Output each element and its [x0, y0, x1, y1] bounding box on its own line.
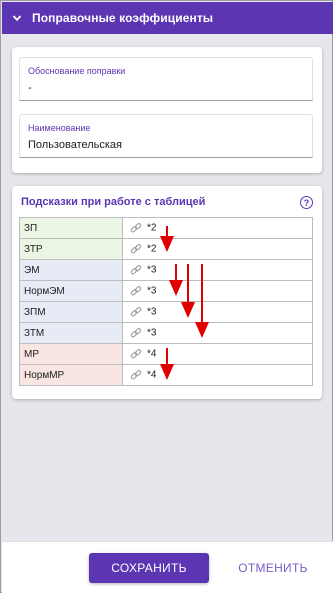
hint-multiplier: *2 — [147, 243, 157, 255]
hint-multiplier: *3 — [147, 327, 157, 339]
chevron-down-icon[interactable] — [12, 13, 22, 23]
link-icon[interactable] — [130, 348, 142, 360]
footer-bar: СОХРАНИТЬ ОТМЕНИТЬ — [2, 541, 333, 593]
link-icon[interactable] — [130, 327, 142, 339]
justification-label: Обоснование поправки — [28, 66, 126, 76]
hint-value-cell: *3 — [122, 301, 313, 323]
link-icon[interactable] — [130, 222, 142, 234]
hint-multiplier: *4 — [147, 369, 157, 381]
hint-value-cell: *4 — [122, 364, 313, 386]
hints-row: НормМР *4 — [19, 364, 313, 386]
hints-row: ЗПМ *3 — [19, 301, 313, 323]
hint-multiplier: *2 — [147, 222, 157, 234]
help-icon[interactable]: ? — [300, 196, 313, 209]
hints-row: НормЭМ *3 — [19, 280, 313, 302]
hints-row: ЗП *2 — [19, 217, 313, 239]
name-value[interactable]: Пользовательская — [28, 139, 122, 151]
hint-multiplier: *3 — [147, 306, 157, 318]
hint-multiplier: *4 — [147, 348, 157, 360]
hint-value-cell: *3 — [122, 259, 313, 281]
hint-name-cell: ЗПМ — [19, 301, 123, 323]
hint-value-cell: *3 — [122, 280, 313, 302]
link-icon[interactable] — [130, 243, 142, 255]
link-icon[interactable] — [130, 306, 142, 318]
hint-value-cell: *3 — [122, 322, 313, 344]
hint-name-cell: ЭМ — [19, 259, 123, 281]
hints-row: ЗТМ *3 — [19, 322, 313, 344]
hint-name-cell: ЗТР — [19, 238, 123, 260]
hint-value-cell: *2 — [122, 217, 313, 239]
justification-value[interactable]: - — [28, 82, 32, 94]
hints-title: Подсказки при работе с таблицей — [21, 196, 206, 208]
hints-card: Подсказки при работе с таблицей ? ЗП *2 ЗТ… — [12, 186, 322, 399]
name-field[interactable]: Наименование Пользовательская — [19, 114, 313, 158]
section-title: Поправочные коэффициенты — [32, 11, 214, 25]
link-icon[interactable] — [130, 264, 142, 276]
hints-row: ЗТР *2 — [19, 238, 313, 260]
link-icon[interactable] — [130, 369, 142, 381]
hint-name-cell: ЗТМ — [19, 322, 123, 344]
hint-value-cell: *4 — [122, 343, 313, 365]
params-card: Обоснование поправки - Наименование Поль… — [12, 47, 322, 173]
hint-value-cell: *2 — [122, 238, 313, 260]
cancel-button[interactable]: ОТМЕНИТЬ — [230, 553, 316, 583]
section-header[interactable]: Поправочные коэффициенты — [2, 2, 333, 34]
dialog-frame: Поправочные коэффициенты Обоснование поп… — [0, 0, 333, 593]
hints-row: ЭМ *3 — [19, 259, 313, 281]
save-button[interactable]: СОХРАНИТЬ — [89, 553, 209, 583]
hint-name-cell: МР — [19, 343, 123, 365]
hint-name-cell: НормЭМ — [19, 280, 123, 302]
hints-row: МР *4 — [19, 343, 313, 365]
hints-table: ЗП *2 ЗТР *2 ЭМ *3 НормЭМ *3 ЗПМ *3 ЗТМ *3 МР *4 НормМ… — [19, 217, 313, 386]
hint-multiplier: *3 — [147, 285, 157, 297]
name-label: Наименование — [28, 123, 91, 133]
hint-name-cell: НормМР — [19, 364, 123, 386]
link-icon[interactable] — [130, 285, 142, 297]
justification-field[interactable]: Обоснование поправки - — [19, 57, 313, 101]
hint-name-cell: ЗП — [19, 217, 123, 239]
hint-multiplier: *3 — [147, 264, 157, 276]
